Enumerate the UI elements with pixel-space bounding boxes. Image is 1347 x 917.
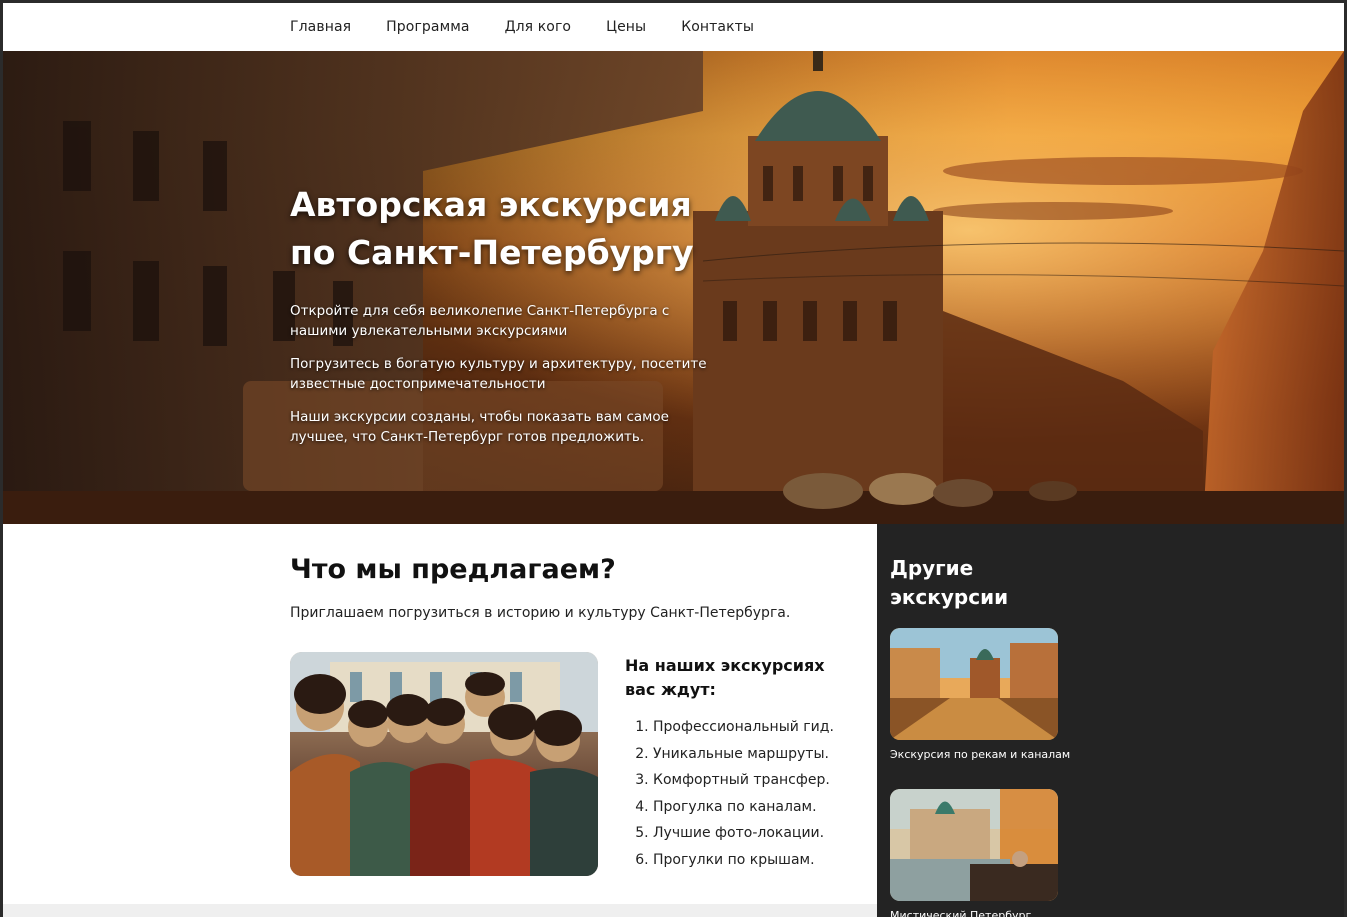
nav-link-program[interactable]: Программа	[386, 19, 469, 35]
hero-paragraph-1: Откройте для себя великолепие Санкт-Пете…	[290, 303, 670, 339]
await-block: На наших экскурсиях вас ждут: Профессион…	[625, 654, 855, 873]
footer-band	[3, 904, 877, 917]
hero-title: Авторская экскурсия по Санкт-Петербургу	[290, 181, 720, 277]
page: Главная Программа Для кого Цены Контакты	[0, 0, 1347, 917]
offer-title: Что мы предлагаем?	[290, 554, 616, 585]
hero-title-line2: по Санкт-Петербургу	[290, 233, 694, 272]
hero-title-line1: Авторская экскурсия	[290, 185, 692, 224]
hero-paragraph-2: Погрузитесь в богатую культуру и архитек…	[290, 356, 707, 392]
tour-card-image[interactable]	[890, 789, 1058, 901]
other-tours-sidebar: Другие экскурсии Экскурсия по рекам и ка…	[877, 524, 1344, 917]
nav-link-audience[interactable]: Для кого	[505, 19, 572, 35]
top-nav: Главная Программа Для кого Цены Контакты	[3, 3, 1344, 51]
sidebar-title: Другие экскурсии	[890, 556, 1009, 609]
tour-card-rivers[interactable]: Экскурсия по рекам и каналам	[890, 628, 1070, 761]
hero-paragraph-3: Наши экскурсии созданы, чтобы показать в…	[290, 409, 669, 445]
hero-section: Авторская экскурсия по Санкт-Петербургу …	[3, 51, 1344, 524]
hero-content: Авторская экскурсия по Санкт-Петербургу …	[290, 181, 720, 447]
await-title: На наших экскурсиях вас ждут:	[625, 656, 825, 699]
nav-link-home[interactable]: Главная	[290, 19, 351, 35]
nav-link-prices[interactable]: Цены	[606, 19, 646, 35]
list-item: Профессиональный гид.	[653, 714, 855, 741]
tour-card-mystic[interactable]: Мистический Петербург	[890, 789, 1060, 917]
group-photo	[290, 652, 598, 876]
offer-intro: Приглашаем погрузиться в историю и культ…	[290, 605, 791, 621]
await-list: Профессиональный гид. Уникальные маршрут…	[625, 714, 855, 873]
tour-card-image[interactable]	[890, 628, 1058, 740]
offer-section: Что мы предлагаем? Приглашаем погрузитьс…	[3, 524, 877, 904]
list-item: Прогулки по крышам.	[653, 847, 855, 874]
list-item: Уникальные маршруты.	[653, 741, 855, 768]
nav-link-contacts[interactable]: Контакты	[681, 19, 754, 35]
list-item: Лучшие фото-локации.	[653, 820, 855, 847]
tour-card-label[interactable]: Мистический Петербург	[890, 909, 1060, 917]
tour-card-label[interactable]: Экскурсия по рекам и каналам	[890, 748, 1070, 761]
list-item: Комфортный трансфер.	[653, 767, 855, 794]
list-item: Прогулка по каналам.	[653, 794, 855, 821]
